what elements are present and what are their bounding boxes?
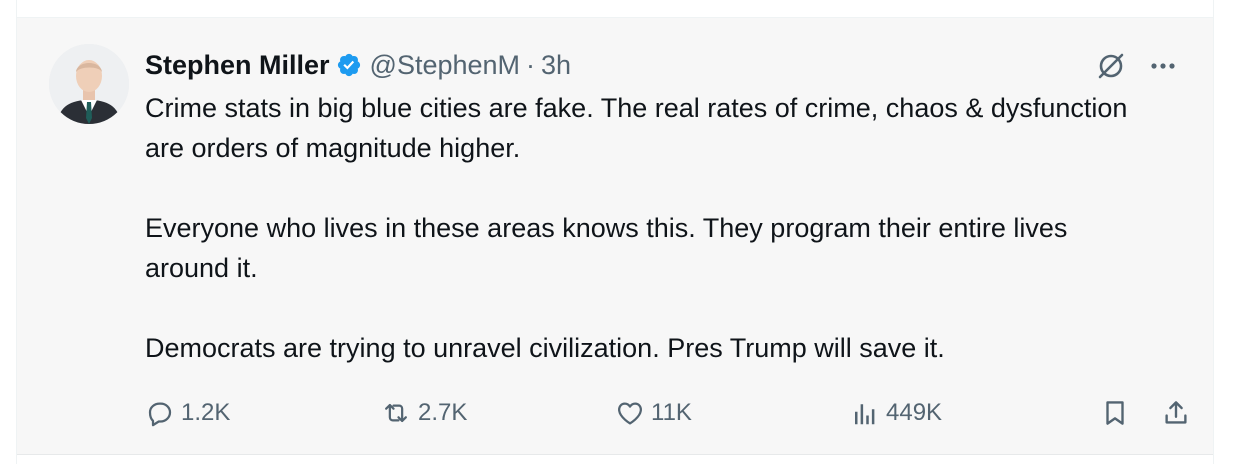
like-count: 11K (651, 399, 692, 426)
bookmark-icon (1106, 401, 1124, 425)
view-count: 449K (886, 399, 943, 426)
share-icon (1165, 401, 1187, 424)
verified-badge-icon[interactable] (336, 52, 362, 78)
repost-button[interactable]: 2.7K (380, 391, 467, 435)
more-options-icon[interactable] (1145, 48, 1181, 84)
tweet-card[interactable]: Stephen Miller @StephenM · 3h Crime stat… (17, 17, 1213, 455)
author-handle[interactable]: @StephenM (370, 50, 521, 81)
author-name[interactable]: Stephen Miller (145, 50, 330, 81)
tweet-text: Crime stats in big blue cities are fake.… (145, 88, 1145, 368)
reply-button[interactable]: 1.2K (145, 391, 230, 435)
heart-icon (618, 402, 642, 425)
tweet-header: Stephen Miller @StephenM · 3h (145, 45, 571, 85)
repost-count: 2.7K (418, 399, 468, 426)
views-button[interactable]: 449K (850, 391, 942, 435)
reply-icon (148, 402, 172, 427)
tweet-paragraph: Democrats are trying to unravel civiliza… (145, 333, 945, 363)
reply-count: 1.2K (181, 399, 231, 426)
tweet-paragraph: Everyone who lives in these areas knows … (145, 213, 1068, 283)
header-separator: · (526, 49, 536, 80)
repost-icon (385, 403, 407, 423)
tweet-actions: 1.2K 2.7K 11K 449K (145, 391, 1187, 435)
grok-icon[interactable] (1093, 48, 1129, 84)
analytics-icon (855, 404, 875, 425)
like-button[interactable]: 11K (615, 391, 692, 435)
bookmark-button[interactable] (1100, 391, 1130, 435)
timestamp[interactable]: 3h (541, 50, 571, 81)
avatar[interactable] (49, 44, 129, 124)
tweet-paragraph: Crime stats in big blue cities are fake.… (145, 93, 1128, 163)
profile-photo-icon (49, 44, 129, 124)
share-button[interactable] (1161, 391, 1191, 435)
